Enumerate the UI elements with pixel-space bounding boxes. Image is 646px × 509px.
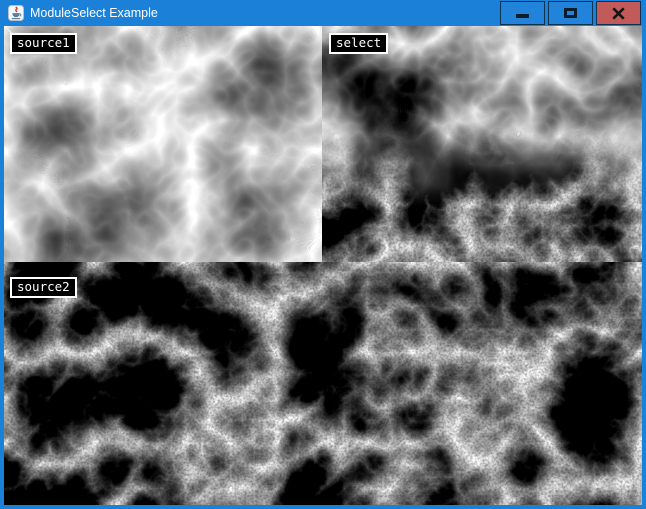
window-title: ModuleSelect Example xyxy=(30,0,158,26)
source1-caption: source1 xyxy=(10,33,77,54)
app-window: ModuleSelect Example xyxy=(0,0,646,509)
render-canvas: source1 select source2 xyxy=(4,26,642,505)
minimize-button[interactable] xyxy=(500,1,545,25)
select-noise-grain-overlay xyxy=(304,122,642,262)
java-coffee-cup-icon[interactable] xyxy=(8,5,24,21)
select-caption: select xyxy=(329,33,388,54)
close-button[interactable] xyxy=(596,1,641,25)
close-x-icon xyxy=(612,7,625,20)
maximize-button[interactable] xyxy=(548,1,593,25)
source2-noise-image xyxy=(4,262,642,505)
titlebar[interactable]: ModuleSelect Example xyxy=(0,0,646,26)
maximize-square-icon xyxy=(564,8,577,18)
minimize-dash-icon xyxy=(516,14,529,18)
source2-caption: source2 xyxy=(10,277,77,298)
source1-noise-image xyxy=(4,26,322,262)
